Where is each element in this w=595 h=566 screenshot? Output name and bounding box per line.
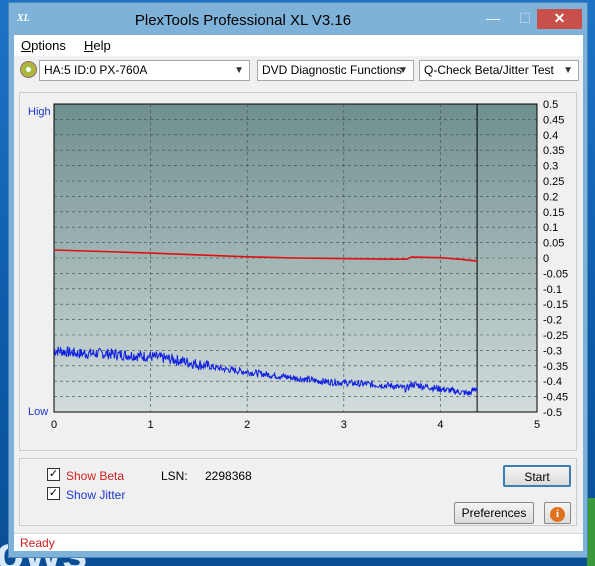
x-tick-label: 4 xyxy=(437,419,443,431)
y-tick-label: 0.3 xyxy=(543,161,558,173)
menu-help[interactable]: Help xyxy=(84,38,111,53)
menu-bar: Options Help xyxy=(14,35,583,56)
y-tick-label: 0.15 xyxy=(543,207,564,219)
start-button[interactable]: Start xyxy=(503,465,571,487)
menu-help-mnemonic: H xyxy=(84,38,94,53)
chevron-down-icon: ▼ xyxy=(398,65,408,76)
maximize-button[interactable]: ☐ xyxy=(511,9,539,29)
info-button[interactable]: i xyxy=(544,502,571,524)
test-select[interactable]: Q-Check Beta/Jitter Test ▼ xyxy=(419,60,579,81)
y-tick-label: 0.45 xyxy=(543,114,564,126)
toolbar: HA:5 ID:0 PX-760A ▼ DVD Diagnostic Funct… xyxy=(14,58,583,84)
menu-options[interactable]: Options xyxy=(21,38,66,53)
y-tick-label: 0.5 xyxy=(543,99,558,111)
chart-panel: 0.5 0.45 0.4 0.35 0.3 0.25 0.2 0.15 0.1 0.05 0 -0.0… xyxy=(19,92,577,451)
disc-drive-icon xyxy=(20,61,37,78)
lsn-value: 2298368 xyxy=(205,469,252,483)
minimize-button[interactable]: — xyxy=(479,9,507,29)
high-label: High xyxy=(28,106,51,118)
chevron-down-icon: ▼ xyxy=(563,65,573,76)
function-select-value: DVD Diagnostic Functions xyxy=(262,63,403,77)
app-window: XL PlexTools Professional XL V3.16 — ☐ ✕… xyxy=(8,2,588,558)
menu-options-mnemonic: O xyxy=(21,38,32,53)
y-tick-label: -0.1 xyxy=(543,284,562,296)
close-button[interactable]: ✕ xyxy=(537,9,582,29)
drive-select[interactable]: HA:5 ID:0 PX-760A ▼ xyxy=(39,60,250,81)
y-tick-label: -0.3 xyxy=(543,345,562,357)
y-tick-label: 0.4 xyxy=(543,130,558,142)
status-bar: Ready xyxy=(14,533,583,551)
drive-select-value: HA:5 ID:0 PX-760A xyxy=(44,63,148,77)
low-label: Low xyxy=(28,406,48,418)
y-tick-label: 0.35 xyxy=(543,145,564,157)
show-jitter-checkbox[interactable]: ✓ xyxy=(47,487,60,500)
desktop-taskbar-edge xyxy=(587,498,595,566)
y-tick-label: 0 xyxy=(543,253,549,265)
x-tick-label: 0 xyxy=(51,419,57,431)
test-select-value: Q-Check Beta/Jitter Test xyxy=(424,63,554,77)
y-tick-label: 0.25 xyxy=(543,176,564,188)
client-area: Options Help HA:5 ID:0 PX-760A ▼ DVD Dia… xyxy=(14,35,583,551)
preferences-button[interactable]: Preferences xyxy=(454,502,534,524)
y-tick-label: -0.2 xyxy=(543,315,562,327)
menu-options-rest: ptions xyxy=(31,38,66,53)
x-tick-label: 5 xyxy=(534,419,540,431)
x-tick-label: 2 xyxy=(244,419,250,431)
y-tick-label: -0.15 xyxy=(543,299,568,311)
y-tick-label: 0.05 xyxy=(543,238,564,250)
show-beta-label[interactable]: Show Beta xyxy=(66,469,124,483)
window-title: PlexTools Professional XL V3.16 xyxy=(134,12,352,29)
info-icon: i xyxy=(550,507,565,522)
y-tick-label: -0.25 xyxy=(543,330,568,342)
function-select[interactable]: DVD Diagnostic Functions ▼ xyxy=(257,60,414,81)
y-tick-label: -0.05 xyxy=(543,268,568,280)
title-bar[interactable]: XL PlexTools Professional XL V3.16 — ☐ ✕ xyxy=(9,3,587,36)
menu-help-rest: elp xyxy=(93,38,111,53)
y-tick-label: 0.2 xyxy=(543,191,558,203)
chevron-down-icon: ▼ xyxy=(234,65,244,76)
status-text: Ready xyxy=(20,536,55,550)
x-tick-label: 1 xyxy=(148,419,154,431)
y-tick-label: -0.45 xyxy=(543,392,568,404)
y-tick-label: -0.5 xyxy=(543,407,562,419)
y-tick-label: -0.4 xyxy=(543,376,562,388)
y-tick-label: -0.35 xyxy=(543,361,568,373)
y-tick-label: 0.1 xyxy=(543,222,558,234)
show-beta-checkbox[interactable]: ✓ xyxy=(47,468,60,481)
x-tick-label: 3 xyxy=(341,419,347,431)
beta-jitter-chart: 0.5 0.45 0.4 0.35 0.3 0.25 0.2 0.15 0.1 0.05 0 -0.0… xyxy=(28,99,568,431)
show-jitter-label[interactable]: Show Jitter xyxy=(66,488,125,502)
lsn-label: LSN: xyxy=(161,469,188,483)
